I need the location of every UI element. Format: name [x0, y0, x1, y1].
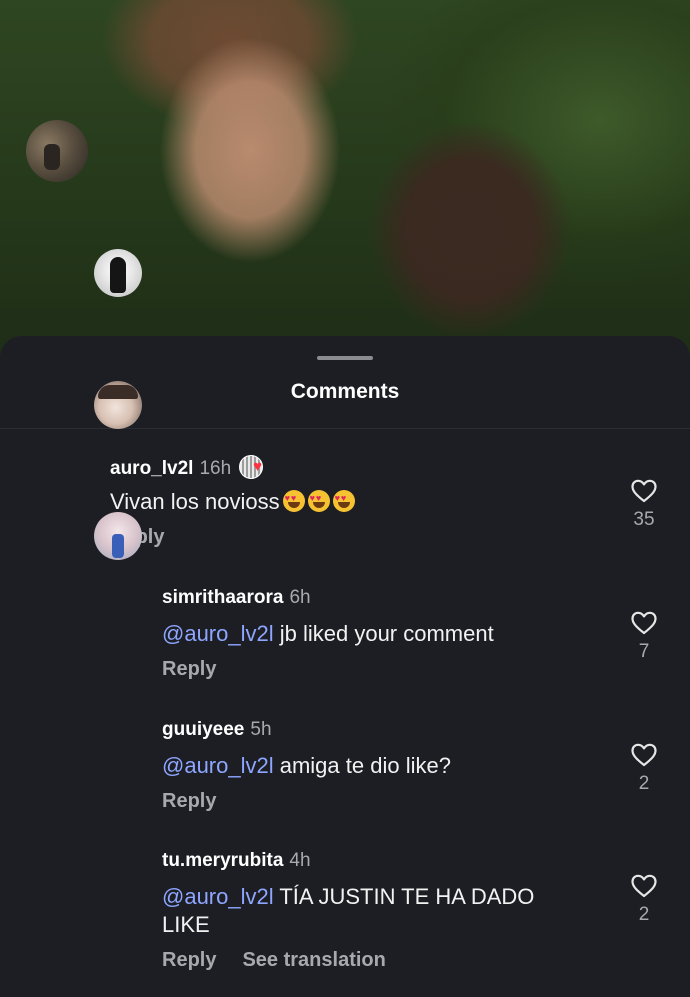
comment-text: @auro_lv2l amiga te dio like? — [162, 753, 451, 778]
like-count: 2 — [638, 904, 650, 925]
mention-link[interactable]: @auro_lv2l — [162, 621, 274, 646]
avatar[interactable] — [26, 120, 88, 182]
comment-text: @auro_lv2l TÍA JUSTIN TE HA DADO — [162, 884, 535, 909]
heart-outline-icon — [631, 874, 657, 898]
username[interactable]: guuiyeee — [162, 719, 244, 740]
username[interactable]: auro_lv2l — [110, 458, 193, 479]
creator-liked-heart-icon: ♥ — [239, 455, 265, 479]
comment-actions: Reply — [162, 790, 216, 813]
comment-actions: Reply — [162, 658, 216, 681]
like-count: 7 — [638, 641, 650, 662]
comment-text-line2: LIKE — [162, 912, 210, 937]
comment-text: @auro_lv2l jb liked your comment — [162, 621, 494, 646]
reply-button[interactable]: Reply — [162, 658, 216, 680]
drag-handle[interactable] — [317, 356, 373, 360]
heart-outline-icon — [631, 611, 657, 635]
heart-outline-icon — [631, 479, 657, 503]
username[interactable]: simrithaarora — [162, 587, 283, 608]
like-count: 35 — [633, 509, 655, 530]
heart-eyes-emoji — [332, 490, 355, 512]
heart-eyes-emoji — [307, 490, 330, 512]
mention-link[interactable]: @auro_lv2l — [162, 884, 274, 909]
like-button[interactable]: 7 — [624, 611, 664, 663]
divider — [0, 428, 690, 429]
post-photo — [0, 0, 690, 370]
avatar[interactable] — [94, 249, 142, 297]
timestamp: 4h — [289, 850, 311, 871]
comment-actions: Reply See translation — [162, 949, 386, 972]
timestamp: 6h — [289, 587, 311, 608]
like-button[interactable]: 35 — [624, 479, 664, 531]
mention-link[interactable]: @auro_lv2l — [162, 753, 274, 778]
reply-button[interactable]: Reply — [162, 949, 216, 971]
like-button[interactable]: 2 — [624, 743, 664, 795]
comment-meta: auro_lv2l 16h ♥ — [110, 455, 265, 480]
username[interactable]: tu.meryrubita — [162, 850, 283, 871]
heart-eyes-emoji — [282, 490, 305, 512]
comment-text: Vivan los novioss — [110, 489, 355, 515]
timestamp: 5h — [250, 719, 272, 740]
see-translation-button[interactable]: See translation — [242, 949, 385, 971]
avatar[interactable] — [94, 512, 142, 560]
comment-meta: tu.meryrubita 4h — [162, 850, 311, 872]
like-button[interactable]: 2 — [624, 874, 664, 926]
like-count: 2 — [638, 773, 650, 794]
avatar[interactable] — [94, 381, 142, 429]
comment-meta: guuiyeee 5h — [162, 719, 272, 741]
comment-meta: simrithaarora 6h — [162, 587, 311, 609]
heart-outline-icon — [631, 743, 657, 767]
timestamp: 16h — [199, 458, 232, 479]
reply-button[interactable]: Reply — [162, 790, 216, 812]
